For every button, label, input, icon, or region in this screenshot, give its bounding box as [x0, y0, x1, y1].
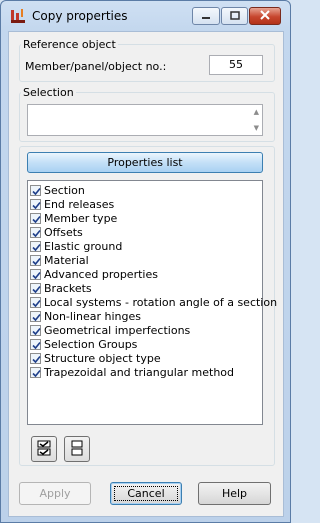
property-item[interactable]: Structure object type [28, 351, 262, 365]
focus-rectangle [114, 486, 178, 501]
deselect-all-button[interactable] [64, 436, 90, 462]
property-label: Geometrical imperfections [44, 323, 191, 337]
minimize-icon [201, 10, 211, 23]
property-label: Offsets [44, 225, 83, 239]
select-all-button[interactable] [31, 436, 57, 462]
property-item[interactable]: Selection Groups [28, 337, 262, 351]
checkbox[interactable] [30, 296, 41, 308]
cancel-button[interactable]: Cancel [110, 482, 182, 505]
property-label: Brackets [44, 281, 92, 295]
property-item[interactable]: Offsets [28, 225, 262, 239]
property-item[interactable]: Trapezoidal and triangular method [28, 365, 262, 379]
property-label: Selection Groups [44, 337, 138, 351]
property-item[interactable]: Member type [28, 211, 262, 225]
property-label: Local systems - rotation angle of a sect… [44, 295, 278, 309]
property-item[interactable]: Geometrical imperfections [28, 323, 262, 337]
checkbox[interactable] [30, 226, 41, 238]
checkbox[interactable] [30, 310, 41, 322]
dialog-body: Reference object Member/panel/object no.… [8, 31, 284, 517]
check-all-icon [37, 440, 51, 459]
maximize-button[interactable] [221, 7, 248, 25]
apply-button[interactable]: Apply [19, 482, 91, 505]
close-button[interactable] [249, 7, 281, 25]
selection-legend: Selection [23, 86, 74, 99]
property-item[interactable]: Section [28, 183, 262, 197]
scroll-up-icon[interactable]: ▲ [254, 108, 259, 116]
checkbox[interactable] [30, 366, 41, 378]
checkbox[interactable] [30, 184, 41, 196]
property-label: Material [44, 253, 89, 267]
checkbox[interactable] [30, 212, 41, 224]
title-bar[interactable]: Copy properties [1, 1, 290, 31]
member-number-input[interactable]: 55 [209, 55, 263, 75]
property-label: Structure object type [44, 351, 161, 365]
copy-properties-icon [10, 8, 26, 24]
property-item[interactable]: Advanced properties [28, 267, 262, 281]
checkbox[interactable] [30, 240, 41, 252]
property-label: Section [44, 183, 85, 197]
dialog-window: Copy properties Reference object Member/… [0, 0, 291, 523]
checkbox[interactable] [30, 324, 41, 336]
property-label: End releases [44, 197, 115, 211]
property-label: Elastic ground [44, 239, 123, 253]
maximize-icon [229, 10, 240, 23]
checkbox[interactable] [30, 268, 41, 280]
property-item[interactable]: Local systems - rotation angle of a sect… [28, 295, 277, 309]
selection-input[interactable]: ▲ ▼ [27, 104, 263, 136]
property-label: Non-linear hinges [44, 309, 141, 323]
property-item[interactable]: Non-linear hinges [28, 309, 262, 323]
property-item[interactable]: Brackets [28, 281, 262, 295]
checkbox[interactable] [30, 352, 41, 364]
properties-checklist[interactable]: Section End releases Member type Offsets Ela… [27, 180, 277, 425]
property-item[interactable]: End releases [28, 197, 262, 211]
checkbox[interactable] [30, 282, 41, 294]
property-item[interactable]: Material [28, 253, 262, 267]
member-number-label: Member/panel/object no.: [25, 60, 167, 73]
property-label: Advanced properties [44, 267, 158, 281]
window-title: Copy properties [32, 9, 128, 23]
property-label: Trapezoidal and triangular method [44, 365, 234, 379]
checkbox[interactable] [30, 254, 41, 266]
scroll-down-icon[interactable]: ▼ [254, 124, 259, 132]
property-label: Member type [44, 211, 118, 225]
checkbox[interactable] [30, 338, 41, 350]
checkbox[interactable] [30, 198, 41, 210]
help-button[interactable]: Help [198, 482, 271, 505]
uncheck-all-icon [70, 440, 84, 459]
minimize-button[interactable] [192, 7, 220, 25]
property-item[interactable]: Elastic ground [28, 239, 262, 253]
reference-object-legend: Reference object [23, 38, 116, 51]
properties-list-button[interactable]: Properties list [27, 152, 263, 173]
close-icon [260, 9, 270, 23]
